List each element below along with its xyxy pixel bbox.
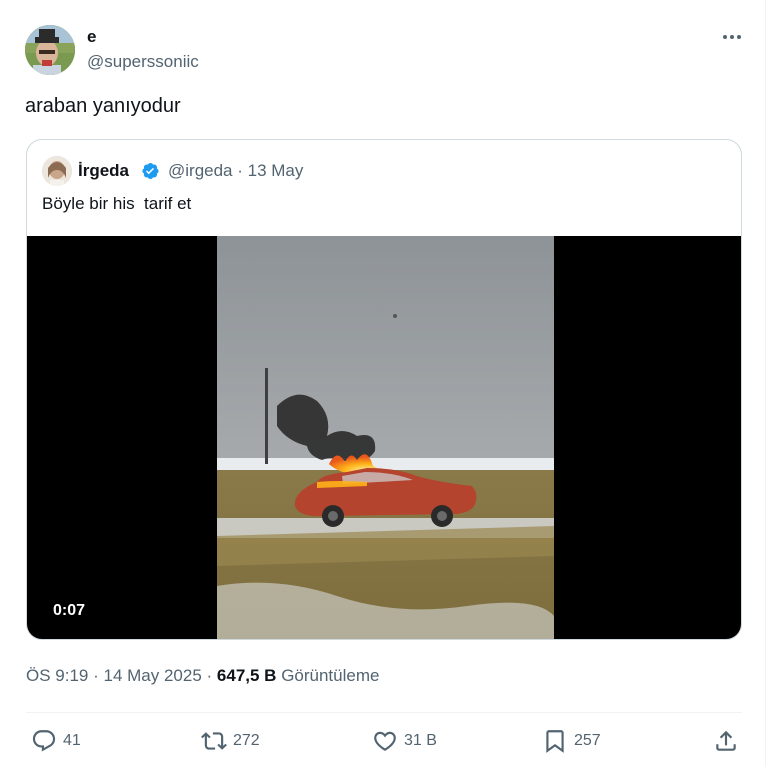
avatar-image bbox=[25, 25, 75, 75]
video-thumbnail bbox=[217, 236, 554, 639]
quoted-tweet[interactable]: İrgeda @irgeda · 13 May Böyle bir his ta… bbox=[26, 139, 742, 640]
heart-icon bbox=[374, 731, 396, 751]
reply-count: 41 bbox=[63, 732, 81, 749]
video-frame bbox=[217, 236, 554, 639]
like-count: 31 B bbox=[404, 732, 437, 749]
bookmark-button[interactable]: 257 bbox=[542, 727, 601, 755]
tweet-date[interactable]: 14 May 2025 bbox=[104, 666, 202, 685]
tweet-meta: ÖS 9:19 · 14 May 2025 · 647,5 B Görüntül… bbox=[26, 666, 379, 686]
reply-icon bbox=[32, 730, 56, 752]
like-button[interactable]: 31 B bbox=[372, 727, 437, 755]
verified-badge-icon bbox=[142, 163, 159, 179]
meta-separator: · bbox=[93, 666, 104, 685]
quoted-tweet-text: Böyle bir his tarif et bbox=[42, 194, 192, 213]
bookmark-icon bbox=[546, 730, 564, 753]
more-options-button[interactable] bbox=[716, 24, 748, 50]
quoted-author-name[interactable]: İrgeda bbox=[78, 161, 129, 181]
author-avatar[interactable] bbox=[25, 25, 75, 75]
video-duration: 0:07 bbox=[53, 602, 86, 619]
tweet-time[interactable]: ÖS 9:19 bbox=[26, 666, 93, 685]
views-label: Görüntüleme bbox=[281, 666, 380, 685]
quoted-author-avatar[interactable] bbox=[42, 156, 72, 186]
author-handle[interactable]: @superssoniic bbox=[87, 52, 199, 72]
retweet-icon bbox=[201, 732, 227, 750]
share-icon bbox=[716, 730, 736, 751]
tweet-text: araban yanıyodur bbox=[25, 95, 181, 117]
meta-separator: · bbox=[206, 666, 217, 685]
quoted-tweet-meta: @irgeda · 13 May bbox=[168, 161, 304, 180]
retweet-button[interactable]: 272 bbox=[201, 727, 260, 755]
tweet-detail: e @superssoniic araban yanıyodur İrgeda … bbox=[0, 0, 766, 766]
views-count: 647,5 B bbox=[216, 666, 282, 685]
quoted-avatar-image bbox=[42, 156, 72, 186]
author-display-name[interactable]: e bbox=[87, 27, 96, 47]
retweet-count: 272 bbox=[233, 732, 260, 749]
video-player[interactable]: 0:07 bbox=[27, 236, 741, 639]
bookmark-count: 257 bbox=[574, 732, 601, 749]
more-horizontal-icon bbox=[723, 35, 741, 39]
divider bbox=[26, 712, 742, 713]
share-button[interactable] bbox=[713, 727, 739, 755]
reply-button[interactable]: 41 bbox=[31, 727, 81, 755]
